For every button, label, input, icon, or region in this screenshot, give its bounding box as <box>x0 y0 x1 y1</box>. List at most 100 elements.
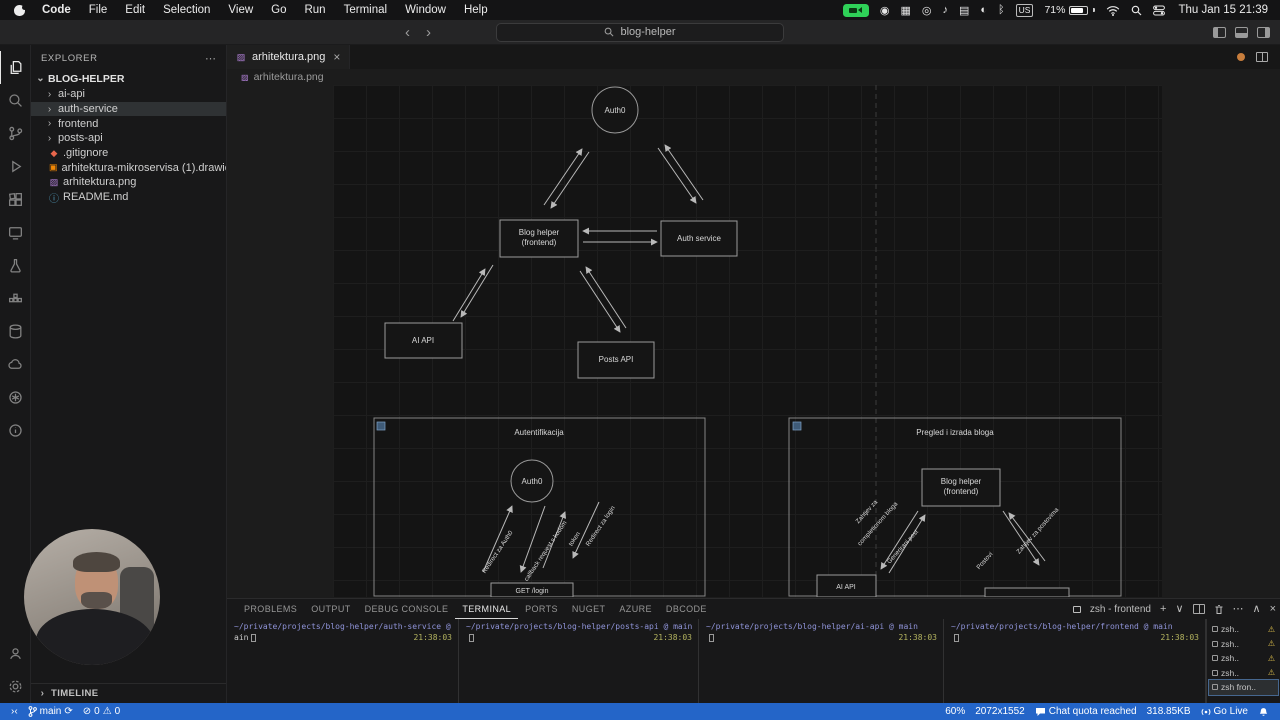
record-icon[interactable]: ◉ <box>880 4 890 17</box>
activitybar-run-debug[interactable] <box>0 150 31 183</box>
terminal-pane-auth-service[interactable]: ~/private/projects/blog-helper/auth-serv… <box>227 619 459 703</box>
tree-item-readme[interactable]: ⓘ README.md <box>31 190 226 204</box>
control-center-icon[interactable] <box>1153 5 1166 16</box>
accessibility-icon[interactable]: ◎ <box>922 4 932 17</box>
activitybar-docker[interactable] <box>0 282 31 315</box>
activitybar-kubernetes[interactable] <box>0 381 31 414</box>
close-panel-icon[interactable]: × <box>1270 603 1276 615</box>
navigate-forward-icon[interactable]: › <box>426 25 431 40</box>
navigate-back-icon[interactable]: ‹ <box>405 25 410 40</box>
menubar-clock[interactable]: Thu Jan 15 21:39 <box>1178 4 1268 16</box>
battery-indicator[interactable]: 71% <box>1044 4 1096 16</box>
menu-view[interactable]: View <box>219 4 262 16</box>
activitybar-remote-explorer[interactable] <box>0 216 31 249</box>
menu-edit[interactable]: Edit <box>116 4 154 16</box>
panel-tab-nuget[interactable]: NUGET <box>565 599 613 619</box>
activitybar-testing[interactable] <box>0 249 31 282</box>
tree-item-frontend[interactable]: › frontend <box>31 116 226 131</box>
breadcrumb[interactable]: ▨ arhitektura.png <box>227 69 1280 85</box>
close-tab-icon[interactable]: × <box>333 50 340 64</box>
activitybar-extensions[interactable] <box>0 183 31 216</box>
branch-indicator[interactable]: main ⟳ <box>23 706 78 717</box>
menu-terminal[interactable]: Terminal <box>335 4 396 16</box>
stage-manager-icon[interactable]: ▦ <box>900 4 910 17</box>
diagram-arrow <box>452 268 486 322</box>
workspace-root-row[interactable]: ⌄ BLOG-HELPER <box>31 70 226 87</box>
tree-item-auth-service[interactable]: › auth-service <box>31 101 226 117</box>
panel-tab-ports[interactable]: PORTS <box>518 599 565 619</box>
spotlight-icon[interactable] <box>1131 5 1142 16</box>
keyboard-layout-indicator[interactable]: US <box>1015 3 1034 17</box>
menu-window[interactable]: Window <box>396 4 455 16</box>
timeline-label: TIMELINE <box>51 688 99 699</box>
panel-tab-terminal[interactable]: TERMINAL <box>455 599 518 619</box>
wifi-icon[interactable] <box>1106 5 1120 16</box>
command-center-search[interactable]: blog-helper <box>496 22 784 42</box>
terminal-dropdown-icon[interactable]: ∨ <box>1175 603 1183 615</box>
split-editor-icon[interactable] <box>1256 52 1268 62</box>
tree-item-posts-api[interactable]: › posts-api <box>31 131 226 146</box>
chat-quota-status[interactable]: Chat quota reached <box>1030 706 1142 717</box>
maximize-panel-icon[interactable]: ∧ <box>1253 603 1261 615</box>
tree-item-drawio[interactable]: ▣ arhitektura-mikroservisa (1).drawio <box>31 160 226 175</box>
split-terminal-icon[interactable] <box>1192 604 1205 614</box>
session-row-active[interactable]: zsh fron.. <box>1208 679 1279 696</box>
screen-recording-indicator[interactable] <box>842 3 869 17</box>
panel-more-icon[interactable]: ⋯ <box>1233 603 1244 615</box>
activitybar-info[interactable] <box>0 414 31 447</box>
panel-tab-debug-console[interactable]: DEBUG CONSOLE <box>358 599 456 619</box>
activitybar-accounts[interactable] <box>0 637 31 670</box>
activitybar-database[interactable] <box>0 315 31 348</box>
siri-icon[interactable]: ◐ <box>980 4 987 16</box>
session-row[interactable]: zsh.. ⚠ <box>1209 666 1278 681</box>
terminal-pane-frontend[interactable]: ~/private/projects/blog-helper/frontend … <box>944 619 1206 703</box>
activitybar-settings[interactable] <box>0 670 31 703</box>
toggle-sidebar-icon[interactable] <box>1213 26 1226 38</box>
diagram-label: AI API <box>836 584 856 591</box>
zoom-level[interactable]: 60% <box>940 706 970 717</box>
tree-item-gitignore[interactable]: ◆ .gitignore <box>31 146 226 161</box>
remote-indicator[interactable]: ›‹ <box>6 706 23 717</box>
activitybar-explorer[interactable] <box>0 51 31 84</box>
panel-tab-azure[interactable]: AZURE <box>612 599 659 619</box>
session-row[interactable]: zsh.. ⚠ <box>1209 637 1278 652</box>
terminal-pane-ai-api[interactable]: ~/private/projects/blog-helper/ai-api @ … <box>699 619 944 703</box>
active-session-label[interactable]: zsh - frontend <box>1090 604 1151 615</box>
menu-help[interactable]: Help <box>455 4 497 16</box>
tree-item-ai-api[interactable]: › ai-api <box>31 87 226 102</box>
panel-tab-problems[interactable]: PROBLEMS <box>237 599 304 619</box>
tree-item-arhitektura-png[interactable]: ▨ arhitektura.png <box>31 175 226 190</box>
session-row[interactable]: zsh.. ⚠ <box>1209 622 1278 637</box>
activitybar-search[interactable] <box>0 84 31 117</box>
toggle-panel-icon[interactable] <box>1235 26 1248 38</box>
display-icon[interactable]: ▤ <box>959 4 969 17</box>
activitybar-source-control[interactable] <box>0 117 31 150</box>
search-icon <box>605 27 614 37</box>
go-live-button[interactable]: Go Live <box>1196 706 1253 717</box>
image-preview-canvas[interactable]: Auth0 Blog helper (frontend) Auth servic… <box>227 85 1280 598</box>
problems-indicator[interactable]: ⊘ 0 ⚠ 0 <box>78 706 125 717</box>
sidebar-more-actions-icon[interactable]: ⋯ <box>205 52 216 65</box>
menu-go[interactable]: Go <box>262 4 295 16</box>
panel-tab-output[interactable]: OUTPUT <box>304 599 357 619</box>
tab-arhitektura-png[interactable]: ▨ arhitektura.png × <box>227 45 351 69</box>
menu-run[interactable]: Run <box>295 4 334 16</box>
menu-file[interactable]: File <box>80 4 117 16</box>
notifications-bell[interactable] <box>1253 706 1274 717</box>
kill-terminal-icon[interactable] <box>1214 604 1224 615</box>
timeline-section[interactable]: › TIMELINE <box>31 683 226 703</box>
terminal-pane-posts-api[interactable]: ~/private/projects/blog-helper/posts-api… <box>459 619 699 703</box>
menu-selection[interactable]: Selection <box>154 4 219 16</box>
bluetooth-icon[interactable]: ᛒ <box>998 4 1005 16</box>
activitybar-azure[interactable] <box>0 348 31 381</box>
editor-action-icon[interactable] <box>1237 53 1245 61</box>
search-placeholder: blog-helper <box>620 26 676 38</box>
sound-icon[interactable]: ♪ <box>942 4 948 16</box>
new-terminal-icon[interactable]: + <box>1160 603 1166 615</box>
workspace-root-label: BLOG-HELPER <box>48 72 125 85</box>
panel-tab-dbcode[interactable]: DBCODE <box>659 599 714 619</box>
session-row[interactable]: zsh.. ⚠ <box>1209 651 1278 666</box>
customize-layout-icon[interactable] <box>1257 26 1270 38</box>
apple-menu-icon[interactable] <box>14 4 27 16</box>
menu-app-name[interactable]: Code <box>33 4 80 16</box>
